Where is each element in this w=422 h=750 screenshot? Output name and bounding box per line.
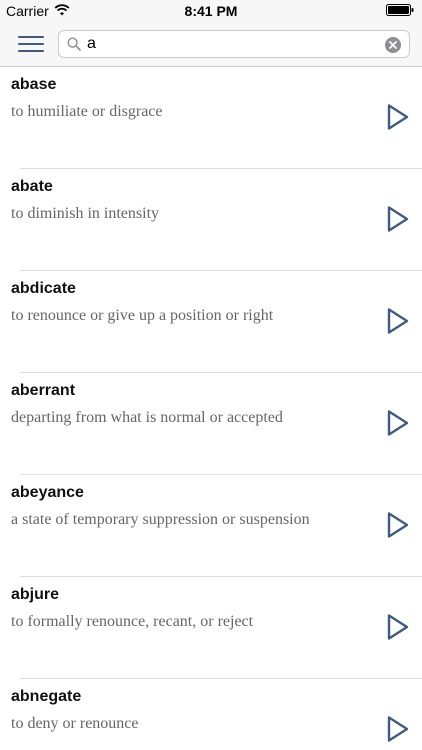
play-icon [387,308,409,334]
play-icon [387,410,409,436]
play-button[interactable] [384,203,412,235]
hamburger-menu-icon [18,36,44,38]
play-button[interactable] [384,509,412,541]
play-icon [387,206,409,232]
list-item[interactable]: abate to diminish in intensity [0,169,422,271]
play-icon [387,512,409,538]
word-term: aberrant [11,382,76,399]
list-item[interactable]: abdicate to renounce or give up a positi… [0,271,422,373]
word-definition: to formally renounce, recant, or reject [11,613,254,630]
list-item[interactable]: aberrant departing from what is normal o… [0,373,422,475]
play-button[interactable] [384,101,412,133]
word-term: abate [11,178,53,195]
play-button[interactable] [384,407,412,439]
clear-icon [389,41,397,49]
list-item[interactable]: abeyance a state of temporary suppressio… [0,475,422,577]
search-bar[interactable] [58,30,410,58]
word-definition: departing from what is normal or accepte… [11,409,283,426]
word-definition: to deny or renounce [11,715,139,732]
clear-search-button[interactable] [385,37,401,53]
word-definition: to renounce or give up a position or rig… [11,307,274,324]
search-input[interactable] [87,33,377,55]
menu-button[interactable] [14,30,48,58]
word-term: abase [11,76,57,93]
search-icon [67,37,81,51]
play-button[interactable] [384,611,412,643]
play-icon [387,716,409,742]
word-definition: a state of temporary suppression or susp… [11,511,310,528]
word-definition: to diminish in intensity [11,205,160,222]
clock: 8:41 PM [184,3,238,19]
word-definition: to humiliate or disgrace [11,103,163,120]
play-icon [387,104,409,130]
battery-icon [386,4,414,16]
list-item[interactable]: abjure to formally renounce, recant, or … [0,577,422,679]
word-term: abjure [11,586,60,603]
play-button[interactable] [384,713,412,745]
list-item[interactable]: abnegate to deny or renounce [0,679,422,750]
navigation-bar: Carrier 8:41 PM [0,0,422,67]
play-icon [387,614,409,640]
status-bar: Carrier 8:41 PM [0,0,422,22]
word-list: abase to humiliate or disgrace abate to … [0,67,422,750]
word-term: abnegate [11,688,82,705]
word-term: abdicate [11,280,76,297]
list-item[interactable]: abase to humiliate or disgrace [0,67,422,169]
word-term: abeyance [11,484,84,501]
play-button[interactable] [384,305,412,337]
